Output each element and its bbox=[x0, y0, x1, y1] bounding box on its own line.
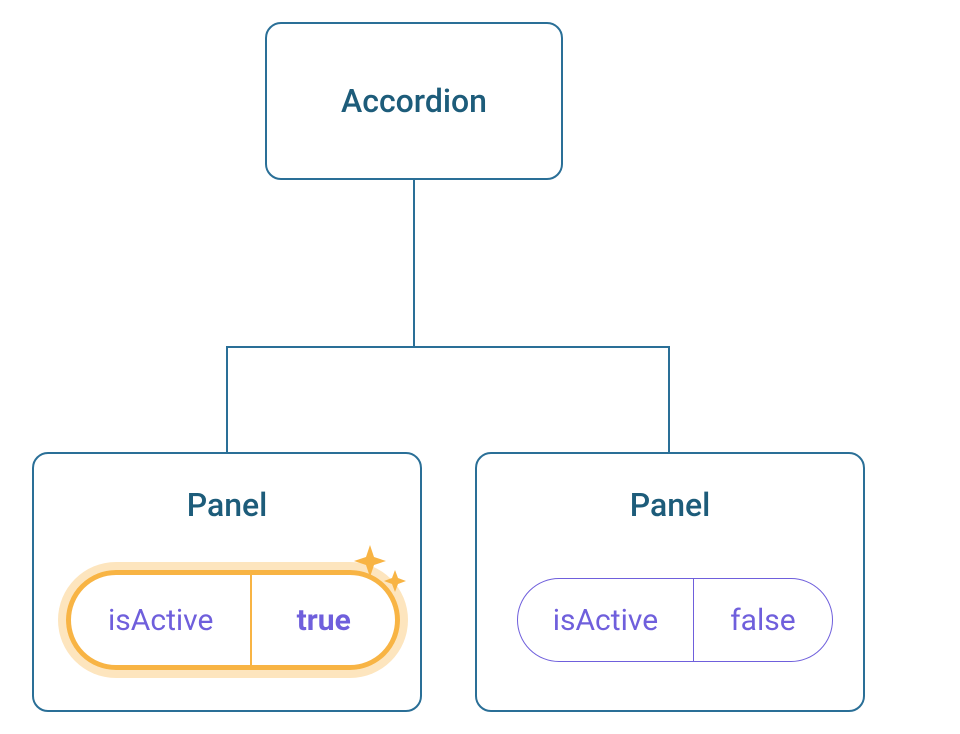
connector-line bbox=[226, 346, 670, 348]
child-node-right: Panel isActive false bbox=[475, 452, 865, 712]
child-node-left: Panel isActive true bbox=[32, 452, 422, 712]
root-node: Accordion bbox=[265, 22, 563, 180]
connector-line bbox=[668, 346, 670, 452]
root-node-label: Accordion bbox=[341, 82, 487, 120]
connector-line bbox=[226, 346, 228, 452]
child-node-label: Panel bbox=[630, 486, 711, 524]
state-key: isActive bbox=[518, 579, 694, 661]
component-tree-diagram: Accordion Panel isActive true Panel isAc… bbox=[0, 0, 960, 734]
state-pill-inactive: isActive false bbox=[517, 578, 833, 662]
state-pill-active: isActive true bbox=[66, 570, 400, 670]
state-value: false bbox=[694, 579, 832, 661]
state-key: isActive bbox=[71, 575, 252, 665]
child-node-label: Panel bbox=[187, 486, 268, 524]
connector-line bbox=[413, 180, 415, 348]
sparkle-icon bbox=[350, 540, 420, 614]
